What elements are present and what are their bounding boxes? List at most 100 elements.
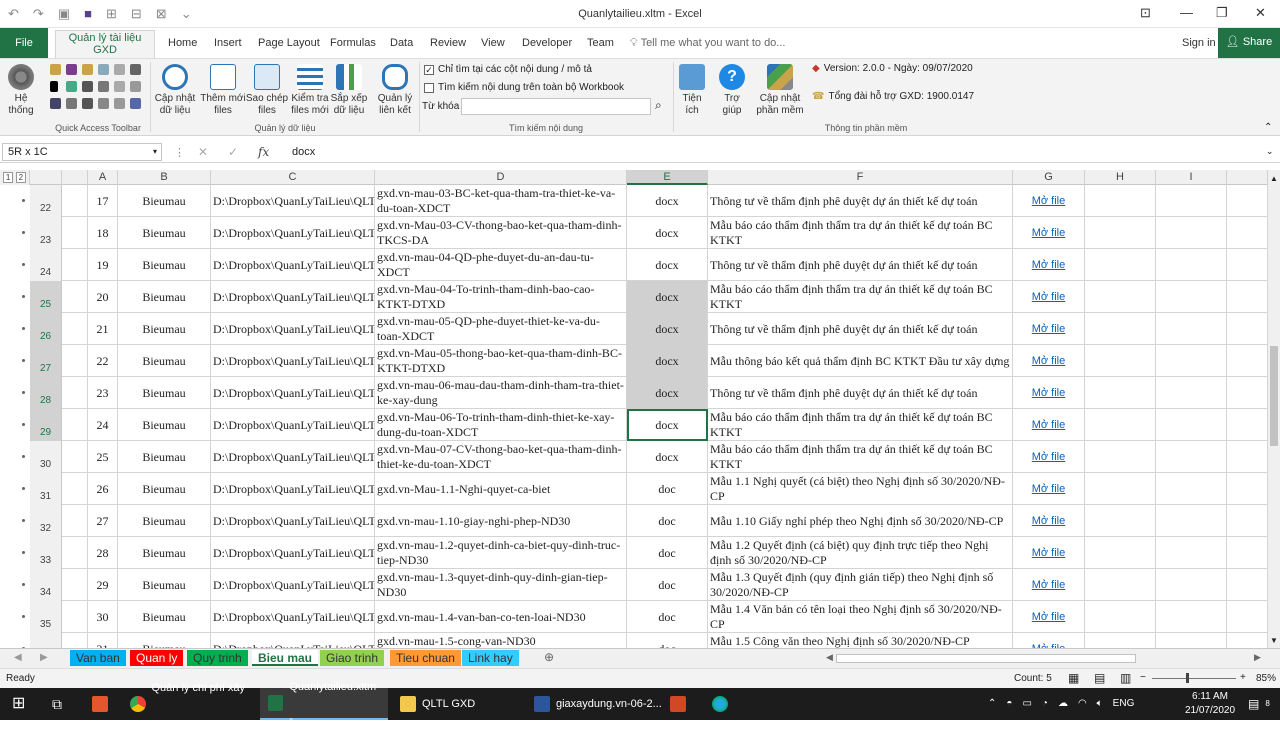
cell-e[interactable]: doc bbox=[627, 537, 708, 569]
cell-j[interactable] bbox=[1227, 569, 1268, 601]
col-header-b[interactable]: B bbox=[118, 170, 211, 185]
cell-h[interactable] bbox=[1085, 441, 1156, 473]
cell-f[interactable]: Mẫu báo cáo thẩm định thẩm tra dự án thi… bbox=[708, 281, 1013, 313]
tien-ich-button[interactable]: Tiện ích bbox=[676, 64, 708, 117]
cell-a[interactable]: 18 bbox=[88, 217, 118, 249]
open-file-link[interactable]: Mở file bbox=[1013, 505, 1085, 537]
bold-icon[interactable] bbox=[50, 81, 58, 92]
row-header[interactable]: 30 bbox=[30, 441, 62, 473]
open-file-link[interactable]: Mở file bbox=[1013, 377, 1085, 409]
cell-i[interactable] bbox=[1156, 249, 1227, 281]
cell-f[interactable]: Mẫu 1.10 Giấy nghỉ phép theo Nghị định s… bbox=[708, 505, 1013, 537]
save-icon[interactable] bbox=[66, 64, 77, 75]
cell-i[interactable] bbox=[1156, 281, 1227, 313]
cell-d[interactable]: gxd.vn-Mau-1.1-Nghi-quyet-ca-biet bbox=[375, 473, 627, 505]
row-header[interactable]: 26 bbox=[30, 313, 62, 345]
name-box[interactable]: 5R x 1C ▾ bbox=[2, 143, 162, 161]
sheet-tab-giao-trinh[interactable]: Giao trinh bbox=[320, 650, 385, 666]
cell-d[interactable]: gxd.vn-mau-04-QD-phe-duyet-du-an-dau-tu-… bbox=[375, 249, 627, 281]
sao-chep-files-button[interactable]: Sao chép files bbox=[244, 64, 290, 117]
cell-e[interactable]: doc bbox=[627, 505, 708, 537]
cell-c[interactable]: D:\Dropbox\QuanLyTaiLieu\QLT bbox=[211, 281, 375, 313]
scroll-up-icon[interactable]: ▲ bbox=[1270, 174, 1278, 183]
chk-content-only[interactable]: ✓ Chỉ tìm tại các cột nội dung / mô tả bbox=[424, 64, 592, 75]
cell-j[interactable] bbox=[1227, 633, 1268, 648]
col-header-g[interactable]: G bbox=[1013, 170, 1085, 185]
cell-a[interactable]: 19 bbox=[88, 249, 118, 281]
cell-a[interactable]: 30 bbox=[88, 601, 118, 633]
battery-icon[interactable]: ▭ bbox=[1022, 688, 1031, 720]
cell-c[interactable]: D:\Dropbox\QuanLyTaiLieu\QLT bbox=[211, 441, 375, 473]
cell-c[interactable]: D:\Dropbox\QuanLyTaiLieu\QLT bbox=[211, 217, 375, 249]
keyword-input[interactable] bbox=[461, 98, 651, 115]
tab-quan-ly-tai-lieu[interactable]: Quản lý tài liệu GXD bbox=[55, 30, 155, 58]
taskbar-powerpoint[interactable] bbox=[670, 688, 686, 720]
cell-e[interactable]: doc bbox=[627, 601, 708, 633]
restore-icon[interactable]: ❐ bbox=[1216, 5, 1228, 21]
cell-i[interactable] bbox=[1156, 537, 1227, 569]
brush-icon[interactable] bbox=[130, 64, 141, 75]
cell-hidden[interactable] bbox=[62, 185, 88, 217]
tab-page-layout[interactable]: Page Layout bbox=[258, 37, 320, 49]
sap-xep-button[interactable]: Sắp xếp dữ liệu bbox=[328, 64, 370, 117]
col-header-c[interactable]: C bbox=[211, 170, 375, 185]
cell-d[interactable]: gxd.vn-mau-1.10-giay-nghi-phep-ND30 bbox=[375, 505, 627, 537]
cell-b[interactable]: Bieumau bbox=[118, 345, 211, 377]
open-file-link[interactable]: Mở file bbox=[1013, 345, 1085, 377]
cell-d[interactable]: gxd.vn-Mau-05-thong-bao-ket-qua-tham-din… bbox=[375, 345, 627, 377]
cell-c[interactable]: D:\Dropbox\QuanLyTaiLieu\QLT bbox=[211, 377, 375, 409]
wifi-icon[interactable]: ◠ bbox=[1078, 688, 1087, 720]
cell-j[interactable] bbox=[1227, 345, 1268, 377]
zoom-slider[interactable] bbox=[1152, 678, 1236, 679]
formula-menu-icon[interactable]: ⋮ bbox=[174, 146, 185, 159]
minimize-icon[interactable]: — bbox=[1180, 5, 1193, 20]
cap-nhat-phan-mem-button[interactable]: Cập nhật phần mềm bbox=[754, 64, 806, 117]
cell-b[interactable]: Bieumau bbox=[118, 441, 211, 473]
col-header-a[interactable]: A bbox=[88, 170, 118, 185]
cell-e-active[interactable]: docx bbox=[627, 409, 708, 441]
col-header-d[interactable]: D bbox=[375, 170, 627, 185]
cell-i[interactable] bbox=[1156, 633, 1227, 648]
font-size-icon[interactable] bbox=[82, 81, 93, 92]
close-icon[interactable]: ✕ bbox=[1255, 5, 1266, 21]
open-file-link[interactable]: Mở file bbox=[1013, 313, 1085, 345]
cell-i[interactable] bbox=[1156, 441, 1227, 473]
cell-hidden[interactable] bbox=[62, 633, 88, 648]
row-header[interactable]: 32 bbox=[30, 505, 62, 537]
cell-j[interactable] bbox=[1227, 409, 1268, 441]
col-hidden[interactable] bbox=[62, 170, 88, 185]
col-header-i[interactable]: I bbox=[1156, 170, 1227, 185]
insert-function-button[interactable]: fx bbox=[258, 145, 269, 159]
cell-d[interactable]: gxd.vn-mau-1.4-van-ban-co-ten-loai-ND30 bbox=[375, 601, 627, 633]
cell-h[interactable] bbox=[1085, 377, 1156, 409]
cell-b[interactable]: Bieumau bbox=[118, 281, 211, 313]
cell-j[interactable] bbox=[1227, 249, 1268, 281]
cell-f[interactable]: Mẫu báo cáo thẩm định thẩm tra dự án thi… bbox=[708, 217, 1013, 249]
clock[interactable]: 6:11 AM 21/07/2020 bbox=[1182, 690, 1238, 718]
hscroll-left-icon[interactable]: ◀ bbox=[826, 652, 833, 663]
cell-c[interactable]: D:\Dropbox\QuanLyTaiLieu\QLT bbox=[211, 569, 375, 601]
row-header[interactable]: 22 bbox=[30, 185, 62, 217]
formula-input[interactable]: docx bbox=[292, 146, 315, 158]
cell-a[interactable]: 31 bbox=[88, 633, 118, 648]
link-icon[interactable] bbox=[130, 98, 141, 109]
cell-d[interactable]: gxd.vn-Mau-06-To-trinh-tham-dinh-thiet-k… bbox=[375, 409, 627, 441]
taskbar-folder[interactable]: QLTL GXD bbox=[400, 688, 475, 720]
volume-icon[interactable]: 🔈︎ bbox=[1097, 688, 1103, 720]
cell-a[interactable]: 25 bbox=[88, 441, 118, 473]
row-header[interactable]: 29 bbox=[30, 409, 62, 441]
windows-start-icon[interactable]: ⊞ bbox=[12, 688, 25, 720]
tab-view[interactable]: View bbox=[481, 37, 505, 49]
filter-icon[interactable] bbox=[82, 98, 93, 109]
cell-f[interactable]: Mẫu báo cáo thẩm định thẩm tra dự án thi… bbox=[708, 441, 1013, 473]
cell-hidden[interactable] bbox=[62, 569, 88, 601]
cell-i[interactable] bbox=[1156, 185, 1227, 217]
cell-a[interactable]: 24 bbox=[88, 409, 118, 441]
font-shrink-icon[interactable] bbox=[98, 81, 109, 92]
network-icon[interactable]: ◔ bbox=[1042, 688, 1048, 720]
sheet-next-icon[interactable]: ▶ bbox=[40, 652, 48, 663]
cell-a[interactable]: 29 bbox=[88, 569, 118, 601]
cell-d[interactable]: gxd.vn-mau-1.3-quyet-dinh-quy-dinh-gian-… bbox=[375, 569, 627, 601]
cell-hidden[interactable] bbox=[62, 345, 88, 377]
outline-levels[interactable]: 1 2 bbox=[0, 170, 30, 185]
